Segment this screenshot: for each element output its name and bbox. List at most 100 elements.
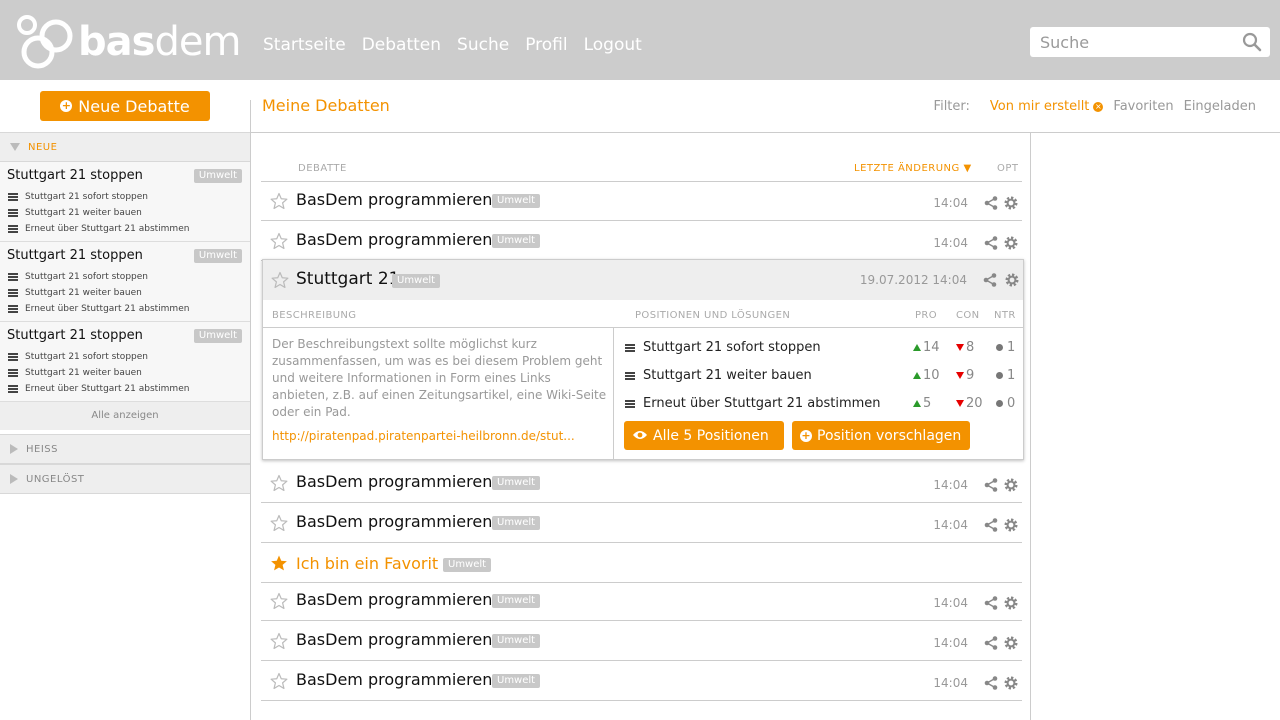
positions-heading: POSITIONEN UND LÖSUNGEN (635, 310, 791, 321)
arrow-up-icon (913, 344, 921, 351)
nav-logout[interactable]: Logout (584, 34, 642, 56)
share-icon[interactable] (984, 235, 998, 254)
nav-debatten[interactable]: Debatten (362, 34, 441, 56)
share-icon[interactable] (984, 195, 998, 214)
triangle-right-icon (10, 444, 18, 454)
debate-row[interactable]: BasDem programmieren Umwelt 14:04 (261, 621, 1022, 661)
nav-profil[interactable]: Profil (525, 34, 567, 56)
sidebar-position[interactable]: Erneut über Stuttgart 21 abstimmen (8, 384, 189, 394)
show-all-link[interactable]: Alle anzeigen (0, 402, 250, 430)
sidebar-position[interactable]: Stuttgart 21 weiter bauen (8, 368, 142, 378)
filter-own[interactable]: Von mir erstellt × (980, 99, 1104, 114)
gear-icon[interactable] (1004, 235, 1018, 254)
gear-icon[interactable] (1004, 635, 1018, 654)
section-neue[interactable]: NEUE (0, 132, 250, 162)
expanded-debate: Stuttgart 21 Umwelt 19.07.2012 14:04 BES… (262, 259, 1024, 460)
sidebar-position-label: Stuttgart 21 weiter bauen (25, 208, 142, 218)
nav-suche[interactable]: Suche (457, 34, 509, 56)
debate-title[interactable]: BasDem programmieren (296, 230, 492, 249)
star-filled-icon[interactable] (270, 554, 288, 576)
star-outline-icon[interactable] (270, 232, 288, 254)
category-tag: Umwelt (492, 234, 541, 248)
star-outline-icon[interactable] (270, 514, 288, 536)
star-outline-icon[interactable] (270, 632, 288, 654)
logo-text-light: dem (154, 19, 241, 65)
position-text: Erneut über Stuttgart 21 abstimmen (643, 396, 881, 411)
share-icon[interactable] (984, 675, 998, 694)
nav-startseite[interactable]: Startseite (263, 34, 346, 56)
position-row[interactable]: Stuttgart 21 weiter bauen 10 9 1 (625, 366, 1015, 386)
gear-icon[interactable] (1004, 477, 1018, 496)
suggest-position-button[interactable]: + Position vorschlagen (792, 421, 970, 450)
debate-row[interactable]: BasDem programmieren Umwelt 14:04 (261, 503, 1022, 543)
debate-title[interactable]: Ich bin ein Favorit (296, 554, 438, 573)
debate-row[interactable]: BasDem programmieren Umwelt 14:04 (261, 661, 1022, 701)
debate-row[interactable]: BasDem programmieren Umwelt 14:04 (261, 463, 1022, 503)
favorite-debate-row[interactable]: Ich bin ein Favorit Umwelt (261, 543, 1022, 583)
filter-favorites[interactable]: Favoriten (1113, 99, 1173, 114)
star-outline-icon[interactable] (271, 271, 289, 293)
share-icon[interactable] (984, 477, 998, 496)
debate-title[interactable]: BasDem programmieren (296, 512, 492, 531)
close-icon[interactable]: × (1093, 101, 1104, 112)
sidebar-position[interactable]: Stuttgart 21 weiter bauen (8, 208, 142, 218)
sidebar-position[interactable]: Stuttgart 21 sofort stoppen (8, 352, 148, 362)
sidebar-position-label: Erneut über Stuttgart 21 abstimmen (25, 304, 190, 314)
column-last-change[interactable]: LETZTE ÄNDERUNG ▼ (854, 163, 972, 174)
gear-icon[interactable] (1004, 195, 1018, 214)
pro-heading: PRO (915, 310, 938, 321)
share-icon[interactable] (984, 517, 998, 536)
debate-title[interactable]: BasDem programmieren (296, 590, 492, 609)
star-outline-icon[interactable] (270, 474, 288, 496)
star-outline-icon[interactable] (270, 192, 288, 214)
arrow-up-icon (913, 372, 921, 379)
search-input[interactable] (1030, 27, 1230, 57)
con-heading: CON (956, 310, 980, 321)
all-positions-button[interactable]: Alle 5 Positionen (624, 421, 784, 450)
sidebar-position[interactable]: Stuttgart 21 sofort stoppen (8, 192, 148, 202)
star-outline-icon[interactable] (270, 672, 288, 694)
position-row[interactable]: Stuttgart 21 sofort stoppen 14 8 1 (625, 338, 1015, 358)
expanded-debate-header[interactable]: Stuttgart 21 Umwelt 19.07.2012 14:04 (263, 260, 1023, 300)
con-value: 9 (966, 368, 975, 383)
sidebar-position[interactable]: Erneut über Stuttgart 21 abstimmen (8, 224, 189, 234)
new-debate-button[interactable]: + Neue Debatte (40, 91, 210, 121)
sidebar-debate[interactable]: Stuttgart 21 stoppen Umwelt Stuttgart 21… (0, 242, 250, 322)
debate-title[interactable]: BasDem programmieren (296, 190, 492, 209)
gear-icon[interactable] (1004, 675, 1018, 694)
sidebar-position[interactable]: Stuttgart 21 weiter bauen (8, 288, 142, 298)
logo-icon (17, 15, 73, 69)
section-ungeloest[interactable]: UNGELÖST (0, 464, 250, 494)
star-outline-icon[interactable] (270, 592, 288, 614)
expanded-debate-title[interactable]: Stuttgart 21 (296, 269, 399, 289)
search-icon[interactable] (1242, 32, 1262, 56)
divider (263, 327, 1023, 328)
debate-row[interactable]: BasDem programmieren Umwelt 14:04 (261, 581, 1022, 621)
sidebar-position[interactable]: Erneut über Stuttgart 21 abstimmen (8, 304, 189, 314)
section-heiss[interactable]: HEISS (0, 434, 250, 464)
debate-row[interactable]: BasDem programmieren Umwelt 14:04 (261, 221, 1022, 261)
description-link[interactable]: http://piratenpad.piratenpartei-heilbron… (272, 429, 575, 443)
debate-title[interactable]: BasDem programmieren (296, 670, 492, 689)
debate-title[interactable]: BasDem programmieren (296, 630, 492, 649)
timestamp: 14:04 (933, 518, 968, 532)
debate-row[interactable]: BasDem programmieren Umwelt 14:04 (261, 181, 1022, 221)
basdem-logo[interactable]: basdem (16, 14, 241, 70)
share-icon[interactable] (984, 595, 998, 614)
share-icon[interactable] (984, 635, 998, 654)
filter-invited[interactable]: Eingeladen (1184, 99, 1256, 114)
share-icon[interactable] (983, 272, 997, 291)
position-row[interactable]: Erneut über Stuttgart 21 abstimmen 5 20 … (625, 394, 1015, 414)
sidebar-position[interactable]: Stuttgart 21 sofort stoppen (8, 272, 148, 282)
con-count: 8 (956, 340, 974, 355)
sidebar-debate[interactable]: Stuttgart 21 stoppen Umwelt Stuttgart 21… (0, 162, 250, 242)
sidebar-debate[interactable]: Stuttgart 21 stoppen Umwelt Stuttgart 21… (0, 322, 250, 402)
con-count: 9 (956, 368, 974, 383)
divider (251, 132, 1280, 133)
gear-icon[interactable] (1004, 595, 1018, 614)
gear-icon[interactable] (1004, 517, 1018, 536)
pro-count: 14 (913, 340, 940, 355)
gear-icon[interactable] (1005, 272, 1019, 291)
filter-own-label: Von mir erstellt (989, 99, 1090, 114)
debate-title[interactable]: BasDem programmieren (296, 472, 492, 491)
